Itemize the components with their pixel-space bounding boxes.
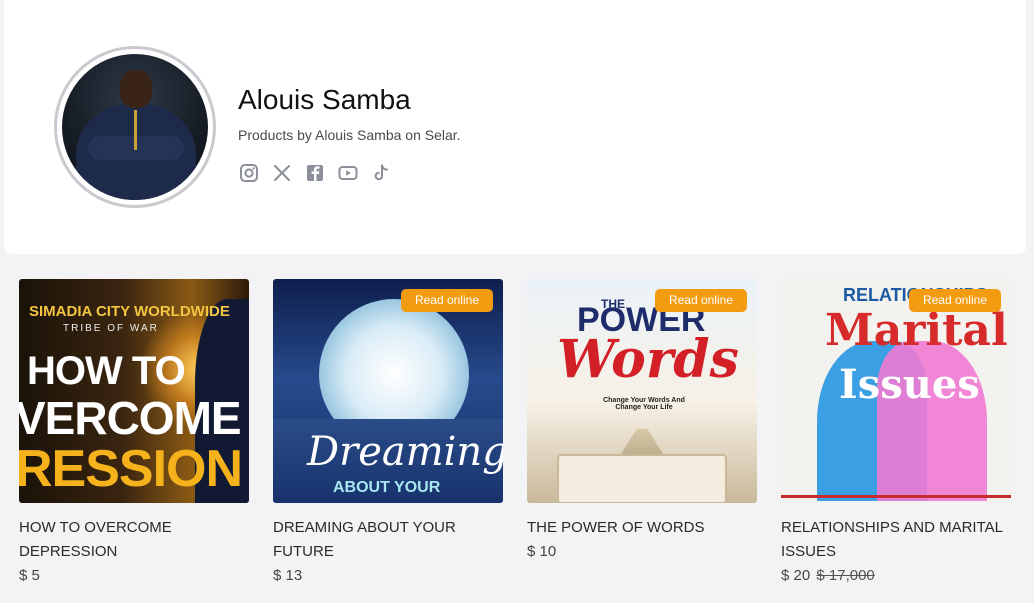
cover-text: ABOUT YOUR — [333, 479, 441, 496]
cover-text: RESSION — [19, 440, 243, 498]
cover-text: HOW TO — [27, 349, 186, 393]
product-cover[interactable]: Dreaming ABOUT YOUR Read online — [273, 279, 503, 503]
profile-card: Alouis Samba Products by Alouis Samba on… — [4, 0, 1026, 254]
profile-name: Alouis Samba — [238, 84, 411, 115]
cover-text: Words — [557, 329, 739, 390]
read-online-badge[interactable]: Read online — [400, 289, 493, 312]
avatar-figure-head — [120, 70, 152, 108]
read-online-badge[interactable]: Read online — [908, 289, 1001, 312]
product-cover[interactable]: POWER THE Words Change Your Words And Ch… — [527, 279, 757, 503]
product-card[interactable]: POWER THE Words Change Your Words And Ch… — [527, 279, 757, 564]
product-title[interactable]: HOW TO OVERCOME DEPRESSION — [19, 516, 249, 564]
cover-text: Marital — [825, 305, 1008, 356]
price-value: $ 10 — [527, 543, 557, 560]
avatar-figure-buttons — [134, 110, 137, 150]
cover-text: Change Your Words And Change Your Life — [603, 397, 685, 411]
product-price: $ 13 — [273, 564, 503, 588]
cover-divider — [781, 495, 1011, 498]
product-title[interactable]: DREAMING ABOUT YOUR FUTURE — [273, 516, 503, 564]
avatar-photo — [62, 54, 208, 200]
cover-book — [557, 454, 727, 503]
cover-text: Dreaming — [307, 429, 503, 475]
tiktok-icon[interactable] — [371, 163, 391, 183]
youtube-icon[interactable] — [338, 163, 358, 183]
product-price: $ 10 — [527, 540, 757, 564]
product-cover[interactable]: SIMADIA CITY WORLDWIDE TRIBE OF WAR HOW … — [19, 279, 249, 503]
x-icon[interactable] — [272, 163, 292, 183]
read-online-badge[interactable]: Read online — [654, 289, 747, 312]
cover-text: SIMADIA CITY WORLDWIDE — [29, 303, 230, 320]
cover-text: Issues — [839, 361, 980, 408]
social-links — [239, 163, 391, 183]
instagram-icon[interactable] — [239, 163, 259, 183]
avatar[interactable] — [54, 46, 216, 208]
product-card[interactable]: RELATIONSHIPS Marital Issues Read online… — [781, 279, 1011, 588]
old-price: $ 17,000 — [816, 567, 875, 584]
cover-text: TRIBE OF WAR — [63, 323, 159, 334]
product-title[interactable]: RELATIONSHIPS AND MARITAL ISSUES — [781, 516, 1011, 564]
profile-subtitle: Products by Alouis Samba on Selar. — [238, 127, 461, 143]
cover-text: VERCOME — [19, 392, 242, 444]
product-card[interactable]: SIMADIA CITY WORLDWIDE TRIBE OF WAR HOW … — [19, 279, 249, 588]
product-cover[interactable]: RELATIONSHIPS Marital Issues Read online — [781, 279, 1011, 503]
price-value: $ 20 — [781, 567, 811, 584]
facebook-icon[interactable] — [305, 163, 325, 183]
product-card[interactable]: Dreaming ABOUT YOUR Read online DREAMING… — [273, 279, 503, 588]
price-value: $ 13 — [273, 567, 303, 584]
price-value: $ 5 — [19, 567, 40, 584]
product-title[interactable]: THE POWER OF WORDS — [527, 516, 757, 540]
product-price: $ 20 $ 17,000 — [781, 564, 1011, 588]
cover-text: THE — [601, 297, 625, 311]
product-price: $ 5 — [19, 564, 249, 588]
